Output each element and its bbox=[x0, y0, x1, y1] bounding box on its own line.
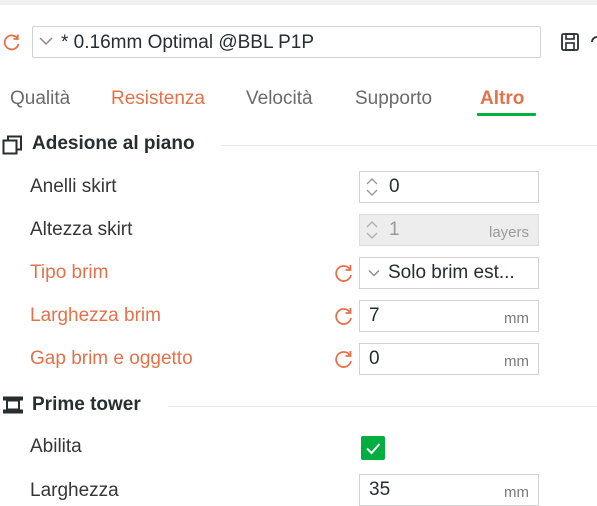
active-tab-indicator bbox=[477, 113, 536, 116]
skirt-height-unit: layers bbox=[488, 224, 529, 241]
label-brim-object-gap: Gap brim e oggetto bbox=[30, 348, 193, 369]
compare-icon[interactable] bbox=[589, 31, 597, 53]
prime-tower-width-unit: mm bbox=[504, 484, 529, 501]
tab-quality[interactable]: Qualità bbox=[10, 88, 70, 110]
label-brim-width: Larghezza brim bbox=[30, 305, 161, 326]
save-icon[interactable] bbox=[559, 31, 581, 53]
brim-gap-value: 0 bbox=[369, 348, 380, 369]
prime-tower-width-input[interactable]: 35 mm bbox=[359, 474, 539, 506]
spinner-arrows-icon bbox=[366, 221, 378, 239]
tab-speed[interactable]: Velocità bbox=[246, 88, 313, 110]
brim-width-value: 7 bbox=[369, 305, 380, 326]
bed-adhesion-icon bbox=[2, 135, 22, 155]
process-preset-dropdown[interactable]: * 0.16mm Optimal @BBL P1P bbox=[32, 26, 541, 58]
brim-gap-input[interactable]: 0 mm bbox=[359, 343, 539, 375]
label-prime-tower-width: Larghezza bbox=[30, 480, 119, 501]
brim-width-input[interactable]: 7 mm bbox=[359, 300, 539, 332]
brim-type-dropdown[interactable]: Solo brim est... bbox=[359, 257, 539, 289]
brim-gap-unit: mm bbox=[504, 353, 529, 370]
top-toolbar-strip bbox=[0, 0, 597, 5]
section-divider bbox=[168, 406, 597, 407]
prime-tower-enable-checkbox[interactable] bbox=[361, 436, 385, 460]
reset-brim-width-icon[interactable] bbox=[333, 305, 355, 327]
brim-type-value: Solo brim est... bbox=[388, 262, 515, 283]
prime-tower-width-value: 35 bbox=[369, 479, 391, 500]
prime-tower-icon bbox=[3, 396, 23, 414]
label-brim-type: Tipo brim bbox=[30, 262, 109, 283]
tab-strength[interactable]: Resistenza bbox=[111, 88, 205, 110]
skirt-loops-value: 0 bbox=[389, 176, 400, 197]
spinner-arrows-icon[interactable] bbox=[364, 175, 380, 199]
tab-support[interactable]: Supporto bbox=[355, 88, 432, 110]
skirt-height-value: 1 bbox=[389, 219, 400, 240]
section-divider bbox=[222, 145, 597, 146]
checkmark-icon bbox=[366, 443, 381, 455]
brim-width-unit: mm bbox=[504, 310, 529, 327]
section-title-bed-adhesion: Adesione al piano bbox=[32, 133, 195, 154]
reset-brim-gap-icon[interactable] bbox=[333, 348, 355, 370]
label-skirt-height: Altezza skirt bbox=[30, 219, 133, 240]
section-title-prime-tower: Prime tower bbox=[32, 394, 141, 415]
chevron-down-icon bbox=[39, 37, 53, 46]
skirt-loops-input[interactable]: 0 bbox=[359, 171, 539, 203]
chevron-down-icon bbox=[368, 270, 380, 277]
reset-preset-icon[interactable] bbox=[2, 32, 22, 52]
tab-others[interactable]: Altro bbox=[480, 88, 524, 110]
skirt-height-input: 1 layers bbox=[359, 214, 539, 246]
preset-name: * 0.16mm Optimal @BBL P1P bbox=[61, 32, 315, 53]
reset-brim-type-icon[interactable] bbox=[333, 262, 355, 284]
label-prime-tower-enable: Abilita bbox=[30, 436, 82, 457]
label-skirt-loops: Anelli skirt bbox=[30, 176, 117, 197]
